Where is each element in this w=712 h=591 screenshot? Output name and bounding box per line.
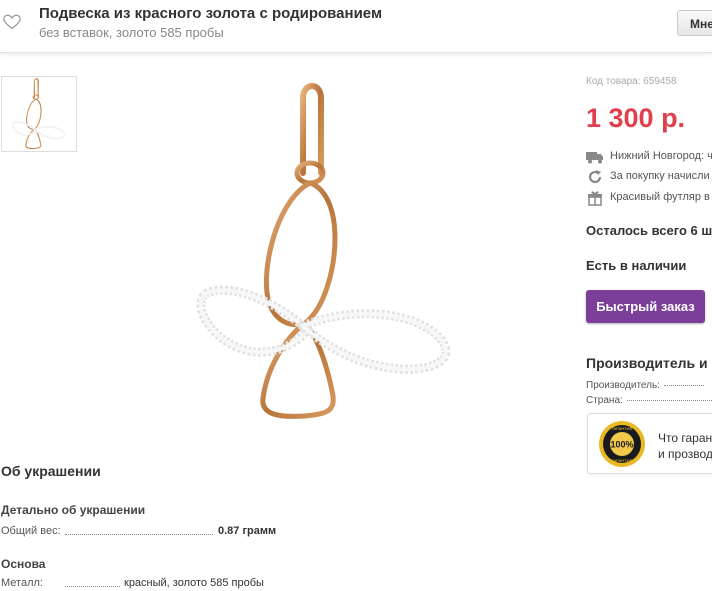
- gift-text: Красивый футляр в: [610, 191, 710, 203]
- manufacturer-title: Производитель и: [586, 355, 708, 371]
- metal-value: красный, золото 585 пробы: [124, 577, 264, 589]
- seal-bottom-text: ГАРАНТИЯ: [612, 458, 633, 463]
- quick-order-button[interactable]: Быстрый заказ: [586, 290, 705, 323]
- guarantee-box[interactable]: 100% ГАРАНТИЯ ГАРАНТИЯ Что гаран и прозв…: [587, 413, 712, 474]
- stock-left: Осталось всего 6 ш: [586, 223, 712, 238]
- seal-top-text: ГАРАНТИЯ: [612, 426, 633, 431]
- truck-icon: [586, 152, 603, 164]
- country-label: Страна:: [586, 395, 623, 406]
- product-code: Код товара: 659458: [586, 76, 677, 87]
- product-header: Подвеска из красного золота с родировани…: [0, 0, 712, 53]
- page-title: Подвеска из красного золота с родировани…: [39, 5, 383, 22]
- bonus-text: За покупку начисли: [610, 170, 710, 182]
- producer-row: Производитель:: [586, 380, 704, 391]
- product-price: 1 300 р.: [586, 103, 686, 133]
- guarantee-text: Что гаран и прозвод: [658, 430, 712, 462]
- weight-label: Общий вес:: [1, 525, 61, 537]
- refresh-icon: [588, 170, 602, 184]
- product-main-image[interactable]: [185, 78, 465, 428]
- producer-label: Производитель:: [586, 380, 660, 391]
- guarantee-seal-icon: 100% ГАРАНТИЯ ГАРАНТИЯ: [599, 421, 645, 467]
- guarantee-line-1: Что гаран: [658, 431, 712, 445]
- pendant-thumbnail-image: [11, 77, 66, 150]
- delivery-text: Нижний Новгород: ч: [610, 150, 712, 162]
- country-row: Страна:: [586, 395, 712, 406]
- gift-icon: [588, 191, 602, 206]
- metal-label: Металл:: [1, 577, 43, 589]
- seal-percent: 100%: [610, 440, 633, 450]
- base-title: Основа: [1, 557, 46, 571]
- heart-icon[interactable]: [3, 13, 21, 31]
- page-subtitle: без вставок, золото 585 пробы: [39, 25, 224, 40]
- product-thumbnail[interactable]: [1, 76, 77, 152]
- about-title: Об украшении: [1, 463, 101, 479]
- availability-status: Есть в наличии: [586, 258, 687, 273]
- guarantee-line-2: и прозвод: [658, 447, 712, 461]
- size-button[interactable]: Мне: [677, 10, 712, 36]
- weight-value: 0.87 грамм: [218, 525, 277, 537]
- details-title: Детально об украшении: [1, 503, 146, 517]
